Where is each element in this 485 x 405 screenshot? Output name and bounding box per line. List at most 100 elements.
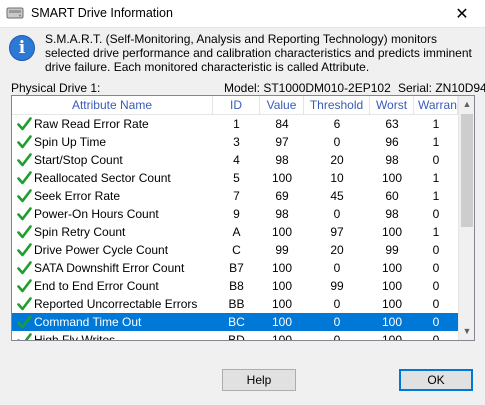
worst-cell: 100: [381, 279, 403, 293]
id-cell: BD: [228, 333, 245, 341]
value-cell: 100: [271, 315, 293, 329]
table-row[interactable]: Command Time Out BC 100 0 100 0: [12, 313, 458, 331]
value-cell: 99: [275, 243, 289, 257]
table-row[interactable]: Raw Read Error Rate 1 84 6 63 1: [12, 115, 458, 133]
table-row[interactable]: Reallocated Sector Count 5 100 10 100 1: [12, 169, 458, 187]
id-cell: A: [232, 225, 241, 239]
worst-cell: 98: [385, 207, 399, 221]
threshold-cell: 10: [330, 171, 344, 185]
col-id[interactable]: ID: [213, 96, 260, 114]
attribute-name-cell: Reported Uncorrectable Errors: [34, 297, 198, 311]
col-threshold[interactable]: Threshold: [304, 96, 370, 114]
drive-details: Physical Drive 1: Model: ST1000DM010-2EP…: [11, 81, 485, 95]
worst-cell: 100: [381, 333, 403, 341]
col-worst[interactable]: Worst: [370, 96, 414, 114]
worst-cell: 99: [385, 243, 399, 257]
scroll-down-icon[interactable]: ▼: [459, 323, 474, 340]
title-bar: SMART Drive Information ✕: [0, 0, 485, 28]
warranty-cell: 1: [432, 171, 440, 185]
table-row[interactable]: Spin Up Time 3 97 0 96 1: [12, 133, 458, 151]
warranty-cell: 0: [432, 153, 440, 167]
worst-cell: 60: [385, 189, 399, 203]
attribute-name-cell: Spin Up Time: [34, 135, 107, 149]
help-button[interactable]: Help: [222, 369, 296, 391]
table-row[interactable]: SATA Downshift Error Count B7 100 0 100 0: [12, 259, 458, 277]
table-row[interactable]: Reported Uncorrectable Errors BB 100 0 100 0: [12, 295, 458, 313]
threshold-cell: 0: [333, 315, 341, 329]
warranty-cell: 0: [432, 243, 440, 257]
scroll-up-icon[interactable]: ▲: [459, 96, 474, 113]
drive-icon: [6, 7, 24, 19]
value-cell: 100: [271, 333, 293, 341]
threshold-cell: 0: [333, 333, 341, 341]
threshold-cell: 99: [330, 279, 344, 293]
id-cell: B7: [229, 261, 244, 275]
warranty-cell: 1: [432, 135, 440, 149]
value-cell: 69: [275, 189, 289, 203]
attribute-name-cell: Power-On Hours Count: [34, 207, 159, 221]
worst-cell: 98: [385, 153, 399, 167]
id-cell: 4: [233, 153, 240, 167]
vertical-scrollbar[interactable]: ▲ ▼: [458, 96, 474, 340]
col-attribute-name[interactable]: Attribute Name: [12, 96, 213, 114]
worst-cell: 100: [381, 225, 403, 239]
threshold-cell: 0: [333, 261, 341, 275]
warranty-cell: 1: [432, 189, 440, 203]
value-cell: 100: [271, 279, 293, 293]
table-row[interactable]: Start/Stop Count 4 98 20 98 0: [12, 151, 458, 169]
info-icon: i: [9, 35, 35, 61]
threshold-cell: 20: [330, 153, 344, 167]
id-cell: 3: [233, 135, 240, 149]
threshold-cell: 97: [330, 225, 344, 239]
id-cell: 1: [233, 117, 240, 131]
id-cell: B8: [229, 279, 244, 293]
id-cell: BC: [228, 315, 245, 329]
table-body: Raw Read Error Rate 1 84 6 63 1 Spin Up Time 3 9…: [12, 115, 458, 341]
table-row[interactable]: End to End Error Count B8 100 99 100 0: [12, 277, 458, 295]
id-cell: C: [232, 243, 241, 257]
attribute-name-cell: Start/Stop Count: [34, 153, 123, 167]
worst-cell: 100: [381, 315, 403, 329]
id-cell: 7: [233, 189, 240, 203]
threshold-cell: 0: [333, 135, 341, 149]
worst-cell: 96: [385, 135, 399, 149]
threshold-cell: 20: [330, 243, 344, 257]
worst-cell: 100: [381, 297, 403, 311]
worst-cell: 100: [381, 261, 403, 275]
threshold-cell: 6: [333, 117, 341, 131]
drive-serial: Serial: ZN10D94M: [398, 81, 485, 95]
threshold-cell: 0: [333, 297, 341, 311]
attribute-list[interactable]: Attribute Name ID Value Threshold Worst …: [11, 95, 475, 341]
threshold-cell: 0: [333, 207, 341, 221]
warranty-cell: 0: [432, 279, 440, 293]
table-row[interactable]: Drive Power Cycle Count C 99 20 99 0: [12, 241, 458, 259]
attribute-name-cell: SATA Downshift Error Count: [34, 261, 185, 275]
table-row[interactable]: Spin Retry Count A 100 97 100 1: [12, 223, 458, 241]
id-cell: 5: [233, 171, 240, 185]
warranty-cell: 1: [432, 117, 440, 131]
col-value[interactable]: Value: [260, 96, 304, 114]
table-row[interactable]: Power-On Hours Count 9 98 0 98 0: [12, 205, 458, 223]
table-row[interactable]: High Fly Writes BD 100 0 100 0: [12, 331, 458, 341]
col-warranty[interactable]: Warranty: [414, 96, 458, 114]
info-description: S.M.A.R.T. (Self-Monitoring, Analysis an…: [45, 32, 472, 74]
close-icon[interactable]: ✕: [439, 0, 485, 27]
warranty-cell: 0: [432, 315, 440, 329]
attribute-name-cell: Raw Read Error Rate: [34, 117, 149, 131]
attribute-name-cell: End to End Error Count: [34, 279, 159, 293]
value-cell: 97: [275, 135, 289, 149]
drive-model: Model: ST1000DM010-2EP102: [224, 81, 391, 95]
attribute-name-cell: Drive Power Cycle Count: [34, 243, 169, 257]
scroll-thumb[interactable]: [461, 114, 473, 227]
info-panel: i S.M.A.R.T. (Self-Monitoring, Analysis …: [8, 32, 478, 74]
worst-cell: 100: [381, 171, 403, 185]
attribute-name-cell: Command Time Out: [34, 315, 142, 329]
table-header: Attribute Name ID Value Threshold Worst …: [12, 96, 458, 115]
ok-button[interactable]: OK: [399, 369, 473, 391]
warranty-cell: 1: [432, 225, 440, 239]
table-row[interactable]: Seek Error Rate 7 69 45 60 1: [12, 187, 458, 205]
value-cell: 100: [271, 261, 293, 275]
attribute-name-cell: Spin Retry Count: [34, 225, 126, 239]
value-cell: 98: [275, 153, 289, 167]
value-cell: 100: [271, 297, 293, 311]
